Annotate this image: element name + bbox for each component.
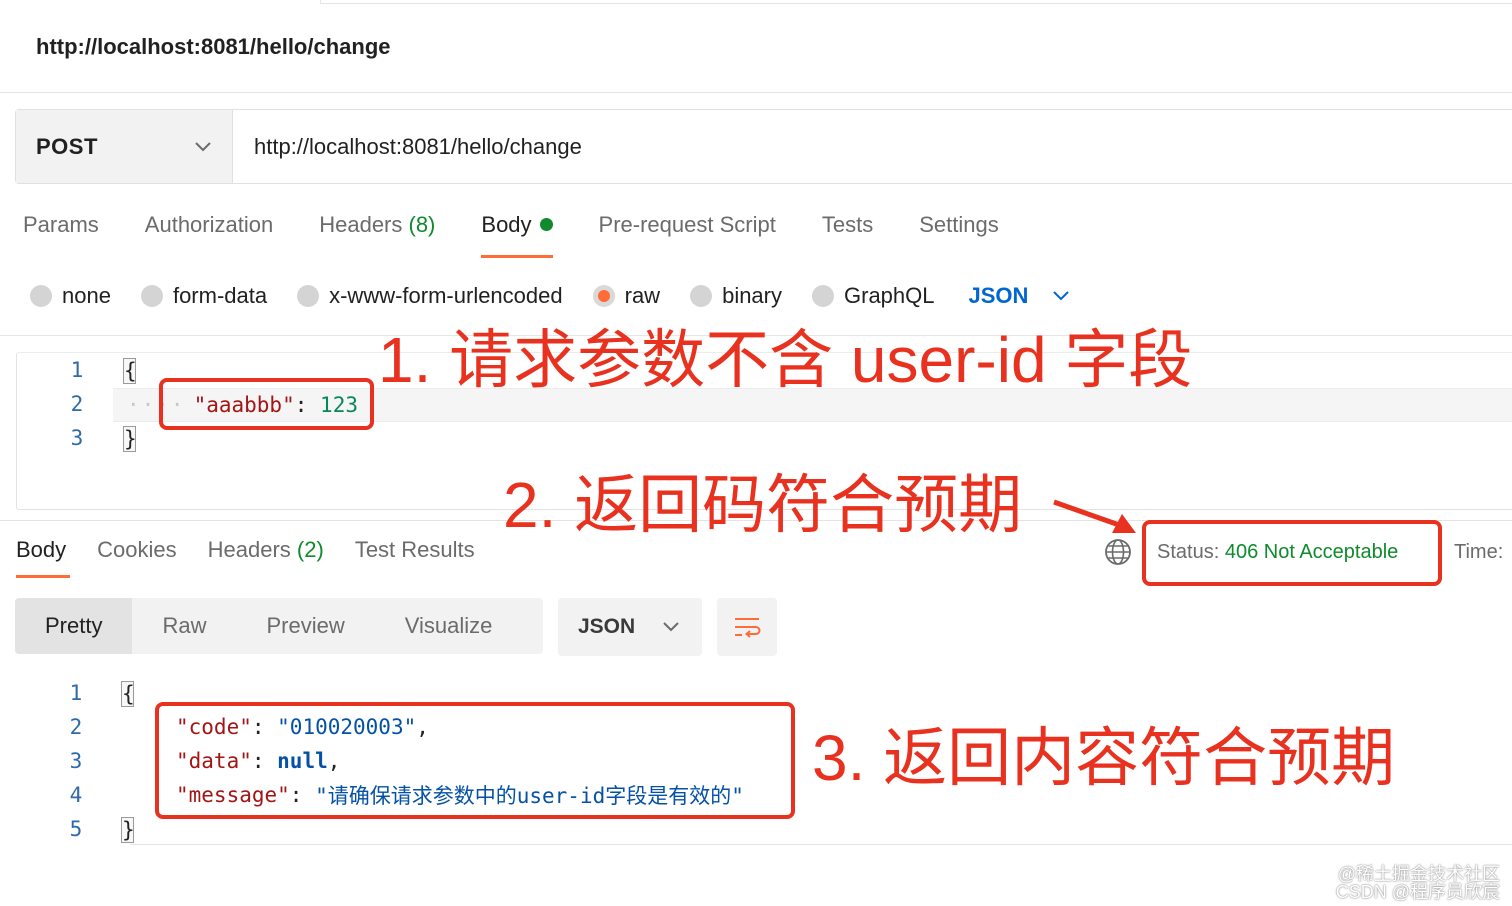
line-number: 4 bbox=[69, 783, 83, 807]
response-time: Time: bbox=[1454, 541, 1504, 563]
radio-graphql-label: GraphQL bbox=[844, 283, 935, 308]
method-select[interactable]: POST bbox=[16, 110, 233, 183]
radio-form-data[interactable]: form-data bbox=[140, 283, 268, 309]
annotation-box-response bbox=[155, 702, 795, 819]
body-type-options: none form-data x-www-form-urlencoded raw… bbox=[30, 283, 1070, 309]
wrap-lines-icon bbox=[735, 618, 761, 638]
chevron-down-icon bbox=[195, 141, 211, 151]
raw-format-label: JSON bbox=[968, 283, 1029, 308]
tab-settings[interactable]: Settings bbox=[919, 212, 999, 248]
line-number: 2 bbox=[70, 392, 84, 416]
radio-raw[interactable]: raw bbox=[592, 283, 661, 309]
response-tabs: Body Cookies Headers (2) Test Results bbox=[16, 537, 506, 578]
view-preview[interactable]: Preview bbox=[236, 598, 374, 654]
response-tab-test-results-label: Test Results bbox=[354, 537, 475, 562]
annotation-arrow-icon bbox=[1053, 499, 1136, 533]
annotation-note-2: 2. 返回码符合预期 bbox=[503, 469, 1023, 541]
response-format-select[interactable]: JSON bbox=[558, 598, 702, 656]
radio-urlencoded[interactable]: x-www-form-urlencoded bbox=[297, 283, 563, 309]
view-visualize[interactable]: Visualize bbox=[375, 598, 523, 654]
response-tab-body-label: Body bbox=[16, 537, 67, 562]
radio-circle bbox=[297, 285, 320, 307]
radio-circle bbox=[812, 285, 834, 307]
request-title: http://localhost:8081/hello/change bbox=[36, 34, 391, 59]
view-visualize-label: Visualize bbox=[404, 613, 493, 638]
view-preview-label: Preview bbox=[266, 613, 345, 638]
chevron-down-icon bbox=[663, 622, 679, 632]
response-headers-count: (2) bbox=[296, 537, 324, 562]
headers-count: (8) bbox=[408, 212, 436, 237]
response-tab-headers[interactable]: Headers (2) bbox=[208, 537, 324, 563]
response-tab-body[interactable]: Body bbox=[16, 537, 70, 578]
tab-headers-label: Headers bbox=[319, 212, 403, 237]
body-modified-dot bbox=[539, 218, 553, 231]
tab-authorization[interactable]: Authorization bbox=[145, 212, 273, 248]
line-number: 1 bbox=[70, 358, 84, 382]
radio-none-label: none bbox=[62, 283, 111, 308]
tab-params-label: Params bbox=[23, 212, 99, 237]
response-view-modes: Pretty Raw Preview Visualize bbox=[15, 598, 543, 654]
wrap-lines-button[interactable] bbox=[717, 598, 777, 656]
annotation-box-status bbox=[1142, 520, 1442, 586]
line-number: 3 bbox=[69, 749, 83, 773]
tab-tests[interactable]: Tests bbox=[822, 212, 873, 248]
tab-pre-request-label: Pre-request Script bbox=[598, 212, 776, 237]
radio-circle bbox=[690, 285, 713, 307]
line-number: 3 bbox=[70, 426, 84, 450]
radio-graphql[interactable]: GraphQL bbox=[812, 283, 935, 309]
active-tab-underline bbox=[16, 575, 70, 578]
annotation-box-request bbox=[159, 378, 374, 430]
radio-raw-label: raw bbox=[624, 283, 661, 308]
tab-headers[interactable]: Headers (8) bbox=[319, 212, 435, 248]
top-strip bbox=[320, 0, 1512, 4]
tab-settings-label: Settings bbox=[919, 212, 999, 237]
response-format-label: JSON bbox=[578, 615, 636, 638]
chevron-down-icon bbox=[1053, 291, 1070, 301]
tab-tests-label: Tests bbox=[821, 212, 874, 237]
view-pretty-label: Pretty bbox=[45, 613, 103, 638]
annotation-note-1: 1. 请求参数不含 user-id 字段 bbox=[378, 324, 1193, 396]
radio-binary-label: binary bbox=[722, 283, 782, 308]
editor-bottom-line bbox=[130, 844, 1512, 845]
response-tab-cookies[interactable]: Cookies bbox=[97, 537, 176, 563]
radio-circle bbox=[140, 285, 163, 307]
active-tab-underline bbox=[481, 255, 553, 258]
open-brace: { bbox=[121, 681, 135, 707]
line-number: 1 bbox=[69, 681, 83, 705]
response-tab-headers-label: Headers bbox=[207, 537, 291, 562]
raw-format-select[interactable]: JSON bbox=[969, 283, 1071, 309]
tab-pre-request-script[interactable]: Pre-request Script bbox=[599, 212, 776, 248]
radio-circle-selected bbox=[592, 285, 615, 307]
radio-circle bbox=[30, 285, 52, 307]
open-brace: { bbox=[123, 358, 137, 384]
view-pretty[interactable]: Pretty bbox=[15, 598, 133, 654]
annotation-note-3: 3. 返回内容符合预期 bbox=[812, 722, 1396, 794]
url-bar: POST bbox=[15, 109, 1512, 184]
close-brace: } bbox=[121, 817, 135, 843]
tab-authorization-label: Authorization bbox=[144, 212, 274, 237]
header-divider bbox=[0, 92, 1512, 93]
line-number: 5 bbox=[69, 817, 83, 841]
radio-none[interactable]: none bbox=[30, 283, 111, 309]
radio-binary[interactable]: binary bbox=[690, 283, 782, 309]
radio-urlencoded-label: x-www-form-urlencoded bbox=[329, 283, 563, 308]
request-tabs: Params Authorization Headers (8) Body Pr… bbox=[23, 212, 1045, 262]
line-number: 2 bbox=[69, 715, 83, 739]
tab-body[interactable]: Body bbox=[481, 212, 553, 258]
tab-body-label: Body bbox=[481, 212, 532, 237]
response-tab-test-results[interactable]: Test Results bbox=[355, 537, 475, 563]
watermark-line-2: CSDN @程序员欣宸 bbox=[1335, 882, 1500, 902]
response-tab-cookies-label: Cookies bbox=[97, 537, 177, 562]
radio-form-data-label: form-data bbox=[172, 283, 268, 308]
globe-icon[interactable] bbox=[1104, 538, 1132, 566]
view-raw[interactable]: Raw bbox=[132, 598, 236, 654]
method-label: POST bbox=[36, 133, 98, 159]
tab-params[interactable]: Params bbox=[23, 212, 99, 248]
close-brace: } bbox=[123, 426, 137, 452]
view-raw-label: Raw bbox=[162, 613, 207, 638]
url-input[interactable] bbox=[233, 110, 1512, 183]
